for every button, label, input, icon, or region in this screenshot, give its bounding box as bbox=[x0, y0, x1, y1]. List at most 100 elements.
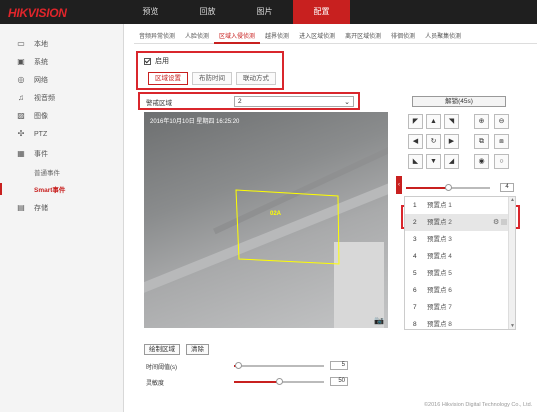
focus-near-icon[interactable]: ⧉ bbox=[474, 134, 489, 149]
gear-icon[interactable]: ⚙ bbox=[493, 214, 499, 231]
nav-configuration[interactable]: 配置 bbox=[293, 0, 350, 24]
sidebar-item-smart-event[interactable]: Smart事件 bbox=[0, 181, 124, 197]
event-tabs: 音频异常侦测 人脸侦测 区域入侵侦测 越界侦测 进入区域侦测 离开区域侦测 徘徊… bbox=[134, 30, 537, 44]
ptz-down-left-icon[interactable]: ◣ bbox=[408, 154, 423, 169]
sidebar-item-local[interactable]: ▭ 本地 bbox=[0, 36, 124, 52]
unlock-button[interactable]: 解锁(45s) bbox=[412, 96, 506, 107]
sidebar-item-storage[interactable]: ▤ 存储 bbox=[0, 200, 124, 216]
list-item[interactable]: 5 预置点 5 bbox=[405, 265, 509, 282]
nav-playback[interactable]: 回放 bbox=[179, 0, 236, 24]
scroll-up-icon[interactable]: ▲ bbox=[510, 197, 515, 203]
sidebar-item-network[interactable]: ◎ 网络 bbox=[0, 72, 124, 88]
tab-region-exiting[interactable]: 离开区域侦测 bbox=[340, 30, 386, 44]
copyright-footer: ©2016 Hikvision Digital Technology Co., … bbox=[424, 402, 533, 408]
tab-intrusion-detection[interactable]: 区域入侵侦测 bbox=[214, 30, 261, 44]
time-threshold-slider[interactable] bbox=[234, 362, 324, 369]
ptz-speed-slider[interactable] bbox=[406, 184, 490, 191]
subtab-arming-schedule[interactable]: 布防时间 bbox=[192, 72, 232, 85]
collapse-panel-icon[interactable]: ‹ bbox=[396, 176, 402, 194]
top-nav: 预览 回放 图片 配置 bbox=[122, 0, 350, 24]
tab-loitering[interactable]: 徘徊侦测 bbox=[386, 30, 420, 44]
sidebar-item-ptz[interactable]: ✣ PTZ bbox=[0, 126, 124, 142]
tab-people-gathering[interactable]: 人员聚集侦测 bbox=[420, 30, 466, 44]
nav-preview[interactable]: 预览 bbox=[122, 0, 179, 24]
ptz-icon: ✣ bbox=[17, 129, 25, 138]
region-select-label: 警戒区域 bbox=[146, 100, 172, 107]
list-item[interactable]: 4 预置点 4 bbox=[405, 248, 509, 265]
ptz-down-right-icon[interactable]: ◢ bbox=[444, 154, 459, 169]
subtab-area-settings[interactable]: 区域设置 bbox=[148, 72, 188, 85]
iris-open-icon[interactable]: ◉ bbox=[474, 154, 489, 169]
sub-tabs: 区域设置 布防时间 联动方式 bbox=[148, 72, 280, 85]
ptz-right-icon[interactable]: ▶ bbox=[444, 134, 459, 149]
image-icon: ▨ bbox=[17, 111, 25, 120]
camera-icon[interactable]: 📷 bbox=[374, 316, 384, 325]
time-threshold-label: 时间阈值(s) bbox=[146, 365, 177, 371]
tab-audio-exception[interactable]: 音频异常侦测 bbox=[134, 30, 180, 44]
nav-picture[interactable]: 图片 bbox=[236, 0, 293, 24]
call-preset-icon[interactable] bbox=[501, 219, 507, 225]
sensitivity-slider[interactable] bbox=[234, 378, 324, 385]
list-item[interactable]: 8 预置点 8 bbox=[405, 316, 509, 329]
scroll-down-icon[interactable]: ▼ bbox=[510, 323, 515, 329]
ptz-left-icon[interactable]: ◀ bbox=[408, 134, 423, 149]
tab-face-detection[interactable]: 人脸侦测 bbox=[180, 30, 214, 44]
tab-region-entrance[interactable]: 进入区域侦测 bbox=[294, 30, 340, 44]
system-icon: ▣ bbox=[17, 57, 25, 66]
zoom-out-icon[interactable]: ⊖ bbox=[494, 114, 509, 129]
ptz-speed-row: 4 bbox=[406, 183, 518, 193]
sidebar-item-image[interactable]: ▨ 图像 bbox=[0, 108, 124, 124]
time-threshold-input[interactable]: 5 bbox=[330, 361, 348, 370]
hikvision-logo: HIKVISION bbox=[8, 6, 67, 20]
slider-fill bbox=[406, 187, 448, 189]
draw-buttons: 绘制区域 清除 bbox=[144, 344, 215, 355]
ptz-down-icon[interactable]: ▼ bbox=[426, 154, 441, 169]
sensitivity-label: 灵敏度 bbox=[146, 381, 165, 387]
ptz-up-right-icon[interactable]: ◥ bbox=[444, 114, 459, 129]
enable-checkbox[interactable] bbox=[144, 57, 151, 65]
tab-line-crossing[interactable]: 越界侦测 bbox=[260, 30, 294, 44]
monitor-icon: ▭ bbox=[17, 39, 25, 48]
list-item[interactable]: 7 预置点 7 bbox=[405, 299, 509, 316]
list-item[interactable]: 6 预置点 6 bbox=[405, 282, 509, 299]
slider-knob[interactable] bbox=[445, 184, 452, 191]
ptz-speed-value: 4 bbox=[500, 183, 514, 192]
slider-fill bbox=[234, 381, 279, 383]
ptz-auto-icon[interactable]: ↻ bbox=[426, 134, 441, 149]
enable-label: 启用 bbox=[155, 58, 169, 65]
clear-button[interactable]: 清除 bbox=[186, 344, 209, 355]
sensitivity-input[interactable]: 50 bbox=[330, 377, 348, 386]
chevron-down-icon: ⌄ bbox=[344, 99, 350, 106]
ptz-up-left-icon[interactable]: ◤ bbox=[408, 114, 423, 129]
focus-far-icon[interactable]: ⧈ bbox=[494, 134, 509, 149]
iris-close-icon[interactable]: ○ bbox=[494, 154, 509, 169]
preset-scrollbar[interactable]: ▲ ▼ bbox=[508, 197, 515, 329]
video-audio-icon: ♫ bbox=[18, 93, 24, 102]
subtab-linkage-method[interactable]: 联动方式 bbox=[236, 72, 276, 85]
detection-region[interactable] bbox=[235, 188, 341, 266]
ptz-up-icon[interactable]: ▲ bbox=[426, 114, 441, 129]
preset-list: 1 预置点 1 2 预置点 2 ⚙ 3 预置点 3 4 预置点 4 5 预置点 5 6 预置点… bbox=[404, 196, 516, 330]
sidebar: ▭ 本地 ▣ 系统 ◎ 网络 ♫ 视音频 ▨ 图像 ✣ PTZ ▦ 事件 普通事件 Smart… bbox=[0, 24, 124, 412]
storage-icon: ▤ bbox=[17, 203, 25, 212]
slider-knob[interactable] bbox=[235, 362, 242, 369]
active-indicator bbox=[0, 183, 2, 195]
region-select[interactable]: 2 ⌄ bbox=[234, 96, 354, 107]
list-item[interactable]: 1 预置点 1 bbox=[405, 197, 509, 214]
top-bar: HIKVISION 预览 回放 图片 配置 bbox=[0, 0, 537, 24]
zoom-in-icon[interactable]: ⊕ bbox=[474, 114, 489, 129]
draw-area-button[interactable]: 绘制区域 bbox=[144, 344, 180, 355]
time-threshold-row: 时间阈值(s) 5 bbox=[146, 361, 356, 371]
video-timestamp: 2016年10月10日 星期四 16:25:20 bbox=[150, 119, 240, 125]
sidebar-item-event[interactable]: ▦ 事件 bbox=[0, 146, 124, 162]
list-item[interactable]: 2 预置点 2 ⚙ bbox=[405, 214, 509, 231]
main-panel: 音频异常侦测 人脸侦测 区域入侵侦测 越界侦测 进入区域侦测 离开区域侦测 徘徊… bbox=[124, 24, 537, 412]
live-video[interactable]: 2016年10月10日 星期四 16:25:20 02A 📷 bbox=[144, 112, 388, 328]
event-icon: ▦ bbox=[17, 149, 25, 158]
slider-knob[interactable] bbox=[276, 378, 283, 385]
network-icon: ◎ bbox=[17, 75, 25, 84]
list-item[interactable]: 3 预置点 3 bbox=[405, 231, 509, 248]
sidebar-item-basic-event[interactable]: 普通事件 bbox=[0, 164, 124, 180]
sidebar-item-system[interactable]: ▣ 系统 bbox=[0, 54, 124, 70]
sidebar-item-video-audio[interactable]: ♫ 视音频 bbox=[0, 90, 124, 106]
